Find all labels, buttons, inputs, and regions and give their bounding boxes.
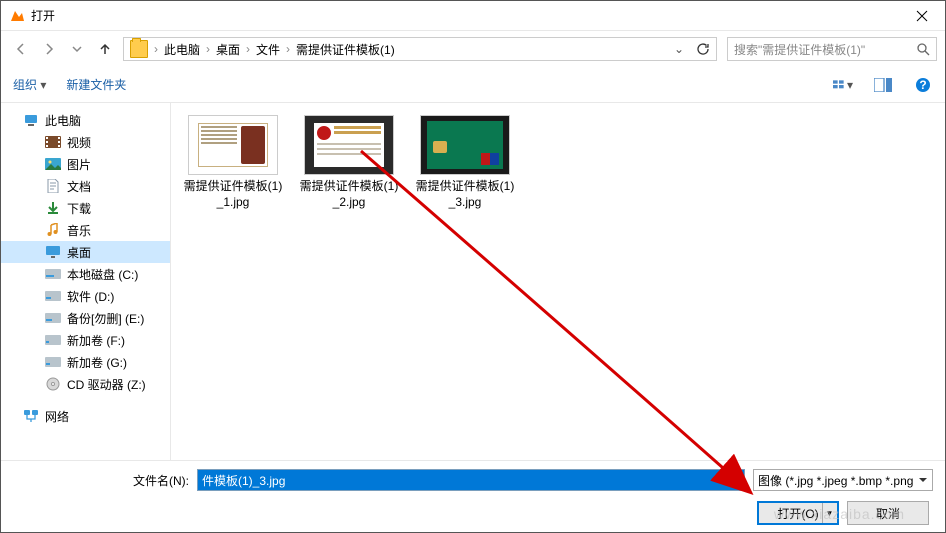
file-name: 需提供证件模板(1)_1.jpg — [183, 179, 283, 210]
open-button[interactable]: 打开(O) ▼ — [757, 501, 839, 525]
cancel-button[interactable]: 取消 — [847, 501, 929, 525]
svg-text:?: ? — [919, 78, 926, 92]
new-folder-button[interactable]: 新建文件夹 — [66, 76, 126, 93]
sidebar-item-drive-g[interactable]: 新加卷 (G:) — [1, 351, 170, 373]
file-name: 需提供证件模板(1)_2.jpg — [299, 179, 399, 210]
chevron-down-icon — [72, 44, 82, 54]
cd-icon — [45, 376, 61, 392]
drive-icon — [45, 310, 61, 326]
filename-input[interactable]: 件模板(1)_3.jpg — [197, 469, 745, 491]
file-thumbnail — [420, 115, 510, 175]
preview-pane-button[interactable] — [873, 75, 893, 95]
nav-row: › 此电脑 › 桌面 › 文件 › 需提供证件模板(1) ⌄ 搜索"需提供证件模… — [1, 31, 945, 67]
sidebar-item-desktop[interactable]: 桌面 — [1, 241, 170, 263]
picture-icon — [45, 156, 61, 172]
file-type-filter[interactable]: 图像 (*.jpg *.jpeg *.bmp *.png — [753, 469, 933, 491]
sidebar-item-videos[interactable]: 视频 — [1, 131, 170, 153]
help-button[interactable]: ? — [913, 75, 933, 95]
refresh-icon — [696, 42, 710, 56]
sidebar-item-music[interactable]: 音乐 — [1, 219, 170, 241]
video-icon — [45, 134, 61, 150]
nav-back-button[interactable] — [9, 37, 33, 61]
bottom-bar: 文件名(N): 件模板(1)_3.jpg 图像 (*.jpg *.jpeg *.… — [1, 460, 945, 532]
breadcrumb-item[interactable]: 需提供证件模板(1) — [292, 38, 399, 60]
breadcrumb[interactable]: › 此电脑 › 桌面 › 文件 › 需提供证件模板(1) ⌄ — [123, 37, 717, 61]
view-options-button[interactable]: ▾ — [833, 75, 853, 95]
search-input[interactable]: 搜索"需提供证件模板(1)" — [727, 37, 937, 61]
nav-forward-button[interactable] — [37, 37, 61, 61]
help-icon: ? — [915, 77, 931, 93]
computer-icon — [23, 112, 39, 128]
sidebar: 此电脑 视频 图片 文档 下载 音乐 桌面 本地磁盘 (C:) 软件 (D:) … — [1, 103, 171, 493]
sidebar-item-cd-drive[interactable]: CD 驱动器 (Z:) — [1, 373, 170, 395]
preview-icon — [874, 78, 892, 92]
breadcrumb-sep: › — [152, 42, 160, 56]
sidebar-item-drive-e[interactable]: 备份[勿删] (E:) — [1, 307, 170, 329]
file-item[interactable]: 需提供证件模板(1)_2.jpg — [299, 115, 399, 210]
network-icon — [23, 408, 39, 424]
breadcrumb-item[interactable]: 此电脑 — [160, 38, 204, 60]
file-list[interactable]: 需提供证件模板(1)_1.jpg 需提供证件模板(1)_2.jpg 需提供证件模… — [171, 103, 945, 493]
thumbnails-icon — [833, 78, 845, 92]
close-button[interactable] — [899, 1, 945, 31]
desktop-icon — [45, 244, 61, 260]
search-placeholder: 搜索"需提供证件模板(1)" — [734, 41, 916, 58]
arrow-left-icon — [13, 41, 29, 57]
drive-icon — [45, 288, 61, 304]
window-title: 打开 — [31, 7, 899, 24]
organize-menu[interactable]: 组织 ▾ — [13, 76, 46, 93]
file-name: 需提供证件模板(1)_3.jpg — [415, 179, 515, 210]
nav-up-button[interactable] — [93, 37, 117, 61]
refresh-button[interactable] — [692, 38, 714, 60]
close-icon — [916, 10, 928, 22]
download-icon — [45, 200, 61, 216]
main-area: 此电脑 视频 图片 文档 下载 音乐 桌面 本地磁盘 (C:) 软件 (D:) … — [1, 103, 945, 493]
breadcrumb-dropdown[interactable]: ⌄ — [670, 42, 688, 56]
search-icon — [916, 42, 930, 56]
title-bar: 打开 — [1, 1, 945, 31]
sidebar-item-downloads[interactable]: 下载 — [1, 197, 170, 219]
sidebar-item-network[interactable]: 网络 — [1, 405, 170, 427]
music-icon — [45, 222, 61, 238]
drive-icon — [45, 266, 61, 282]
sidebar-item-documents[interactable]: 文档 — [1, 175, 170, 197]
sidebar-item-drive-d[interactable]: 软件 (D:) — [1, 285, 170, 307]
app-icon — [9, 8, 25, 24]
drive-icon — [45, 332, 61, 348]
document-icon — [45, 178, 61, 194]
file-item[interactable]: 需提供证件模板(1)_1.jpg — [183, 115, 283, 210]
sidebar-item-drive-f[interactable]: 新加卷 (F:) — [1, 329, 170, 351]
folder-icon — [130, 40, 148, 58]
sidebar-item-pictures[interactable]: 图片 — [1, 153, 170, 175]
nav-recent-button[interactable] — [65, 37, 89, 61]
breadcrumb-item[interactable]: 桌面 — [212, 38, 244, 60]
file-thumbnail — [188, 115, 278, 175]
breadcrumb-item[interactable]: 文件 — [252, 38, 284, 60]
file-thumbnail — [304, 115, 394, 175]
sidebar-item-thispc[interactable]: 此电脑 — [1, 109, 170, 131]
arrow-right-icon — [41, 41, 57, 57]
arrow-up-icon — [97, 41, 113, 57]
drive-icon — [45, 354, 61, 370]
toolbar: 组织 ▾ 新建文件夹 ▾ ? — [1, 67, 945, 103]
filename-label: 文件名(N): — [123, 472, 189, 489]
sidebar-item-drive-c[interactable]: 本地磁盘 (C:) — [1, 263, 170, 285]
file-item[interactable]: 需提供证件模板(1)_3.jpg — [415, 115, 515, 210]
